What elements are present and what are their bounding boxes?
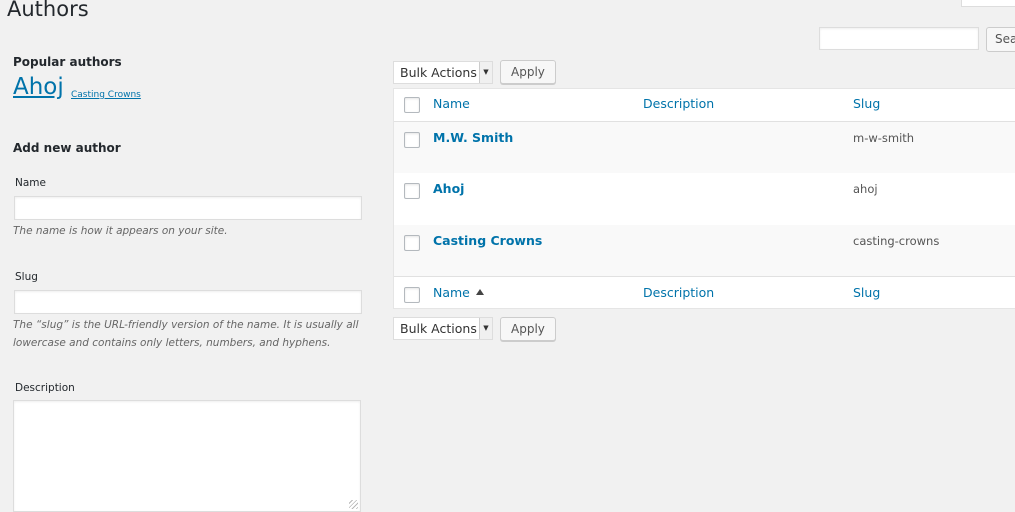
row-checkbox[interactable] — [404, 183, 420, 199]
dropdown-arrow-icon: ▼ — [479, 318, 492, 339]
slug-hint: The “slug” is the URL-friendly version o… — [13, 319, 359, 349]
popular-authors-heading: Popular authors — [13, 55, 122, 69]
table-header: Name Description Slug — [394, 89, 1015, 122]
column-header-slug[interactable]: Slug — [853, 96, 880, 111]
name-label: Name — [15, 177, 46, 189]
bulk-actions-select-top[interactable]: Bulk Actions ▼ — [393, 61, 493, 84]
author-name-link[interactable]: M.W. Smith — [433, 130, 513, 145]
footer-column-name[interactable]: Name — [433, 285, 484, 300]
bulk-actions-value: Bulk Actions — [400, 65, 477, 80]
authors-table: Name Description Slug M.W. Smith m-w-smi… — [393, 88, 1015, 309]
apply-button-bottom[interactable]: Apply — [500, 317, 556, 341]
footer-column-slug[interactable]: Slug — [853, 285, 880, 300]
name-field[interactable] — [14, 196, 362, 220]
slug-label: Slug — [15, 271, 38, 283]
row-checkbox[interactable] — [404, 132, 420, 148]
search-input[interactable] — [819, 27, 979, 50]
sort-ascending-icon — [475, 289, 484, 295]
table-row: M.W. Smith m-w-smith — [394, 122, 1015, 173]
add-new-author-heading: Add new author — [13, 141, 121, 155]
table-footer: Name Description Slug — [394, 276, 1015, 309]
author-name-link[interactable]: Ahoj — [433, 181, 464, 196]
table-row: Casting Crowns casting-crowns — [394, 225, 1015, 276]
row-checkbox[interactable] — [404, 235, 420, 251]
select-all-checkbox[interactable] — [404, 97, 420, 113]
dropdown-arrow-icon: ▼ — [479, 62, 492, 83]
footer-column-name-label: Name — [433, 285, 470, 300]
author-slug: ahoj — [853, 182, 878, 196]
footer-column-description[interactable]: Description — [643, 285, 714, 300]
slug-field[interactable] — [14, 290, 362, 314]
description-label: Description — [15, 382, 75, 394]
author-slug: m-w-smith — [853, 131, 915, 145]
column-header-description[interactable]: Description — [643, 96, 714, 111]
table-row: Ahoj ahoj — [394, 173, 1015, 225]
author-slug: casting-crowns — [853, 234, 940, 248]
apply-button-top[interactable]: Apply — [500, 60, 556, 84]
description-field[interactable] — [13, 400, 361, 512]
page-title: Authors — [7, 0, 89, 21]
name-hint: The name is how it appears on your site. — [13, 225, 228, 237]
search-button[interactable]: Sea — [986, 27, 1015, 52]
author-name-link[interactable]: Casting Crowns — [433, 233, 542, 248]
popular-tag-casting-crowns[interactable]: Casting Crowns — [71, 90, 141, 100]
bulk-actions-value: Bulk Actions — [400, 321, 477, 336]
bulk-actions-select-bottom[interactable]: Bulk Actions ▼ — [393, 317, 493, 340]
resize-handle-icon[interactable] — [349, 500, 358, 509]
popular-tag-ahoj[interactable]: Ahoj — [13, 74, 64, 100]
column-header-name[interactable]: Name — [433, 96, 470, 111]
select-all-checkbox-footer[interactable] — [404, 287, 420, 303]
screen-options-tab[interactable] — [961, 0, 1015, 7]
